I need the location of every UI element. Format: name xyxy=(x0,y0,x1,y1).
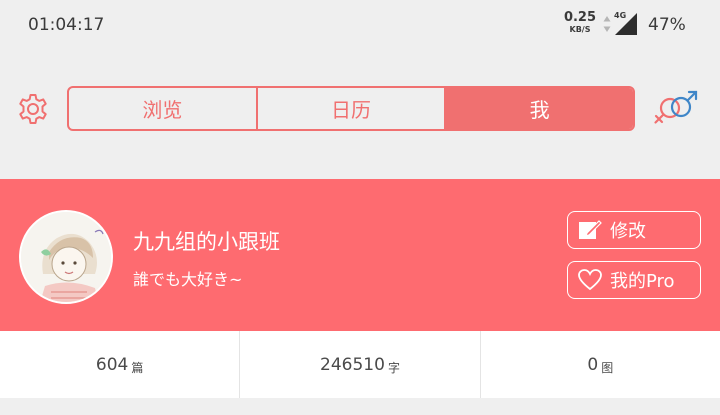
battery-level: 47% xyxy=(648,15,686,35)
network-type: 4G xyxy=(614,11,627,20)
stat-images-unit: 图 xyxy=(601,360,614,375)
tab-browse[interactable]: 浏览 xyxy=(69,88,256,129)
status-bar: 01:04:17 0.25 KB/S 4G 47% xyxy=(0,0,720,54)
stat-words-value: 246510 xyxy=(320,354,385,375)
my-pro-button[interactable]: 我的Pro xyxy=(567,261,701,299)
network-speed-value: 0.25 xyxy=(563,10,597,25)
stat-words-unit: 字 xyxy=(387,360,400,375)
stat-words[interactable]: 246510 字 xyxy=(239,331,479,398)
profile-banner: 九九组的小跟班 誰でも大好き~ 修改 我的Pro xyxy=(0,179,720,331)
stat-images[interactable]: 0 图 xyxy=(479,331,720,398)
user-motto: 誰でも大好き~ xyxy=(133,270,243,289)
stats-bar: 604 篇 246510 字 0 图 xyxy=(0,331,720,398)
my-pro-label: 我的Pro xyxy=(610,271,675,292)
stat-articles-unit: 篇 xyxy=(131,360,144,375)
avatar-illustration xyxy=(21,212,111,302)
edit-profile-label: 修改 xyxy=(610,221,646,242)
network-speed: 0.25 KB/S xyxy=(562,11,598,34)
tab-me[interactable]: 我 xyxy=(444,88,633,129)
avatar[interactable] xyxy=(19,210,113,304)
network-speed-unit: KB/S xyxy=(569,25,591,34)
edit-icon xyxy=(579,220,602,239)
gender-symbols-icon[interactable] xyxy=(652,90,700,128)
username: 九九组的小跟班 xyxy=(133,230,280,254)
edit-profile-button[interactable]: 修改 xyxy=(567,211,701,249)
gear-icon[interactable] xyxy=(16,92,50,126)
heart-icon xyxy=(578,269,602,291)
tab-bar: 浏览 日历 我 xyxy=(67,86,635,131)
stat-images-value: 0 xyxy=(587,354,599,375)
stat-articles[interactable]: 604 篇 xyxy=(0,331,239,398)
tab-calendar[interactable]: 日历 xyxy=(255,88,445,129)
status-time: 01:04:17 xyxy=(28,15,105,35)
data-arrows-icon xyxy=(603,16,611,32)
stat-articles-value: 604 xyxy=(95,354,129,375)
